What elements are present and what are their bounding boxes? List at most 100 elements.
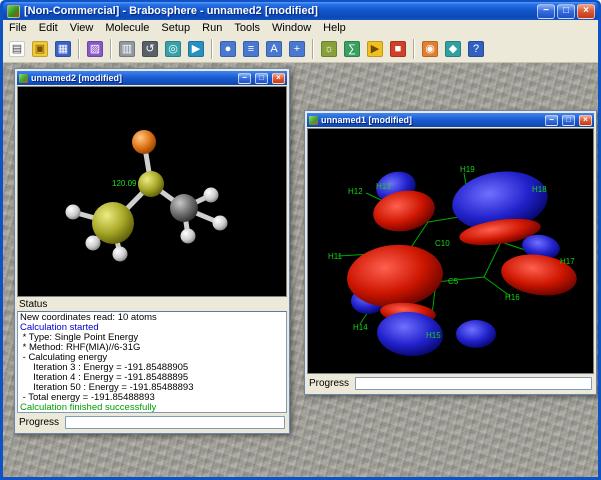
atom-label-C10: C10: [435, 239, 450, 248]
toolbar: ▤ ▣ ▦ ▨ ▥ ↺ ◎ ▶ ● ≡ A + ☼ ∑ ▶ ■ ◉ ◆?: [3, 36, 598, 63]
run-calculation-glyph: ▶: [367, 41, 383, 57]
menu-window[interactable]: Window: [266, 21, 317, 35]
progress-bar: [355, 377, 592, 390]
molecule-viewport[interactable]: 120.09: [17, 86, 287, 297]
open-file-glyph: ▣: [32, 41, 48, 57]
animate-glyph: ▶: [188, 41, 204, 57]
setup-global-icon[interactable]: ☼: [318, 38, 340, 60]
display-bonds-icon[interactable]: ≡: [240, 38, 262, 60]
atom-label-H12: H12: [348, 187, 363, 196]
open-file-icon[interactable]: ▣: [29, 38, 51, 60]
app-window: [Non-Commercial] - Brabosphere - unnamed…: [0, 0, 601, 480]
menu-view[interactable]: View: [64, 21, 100, 35]
export-image-glyph: ▨: [87, 41, 103, 57]
child-close-button[interactable]: ×: [272, 72, 285, 84]
toolbar-separator: [211, 39, 213, 59]
setup-global-glyph: ☼: [321, 41, 337, 57]
minimize-button[interactable]: −: [537, 3, 555, 19]
child-window-title: unnamed1 [modified]: [321, 115, 413, 125]
display-atoms-glyph: ●: [220, 41, 236, 57]
menu-edit[interactable]: Edit: [33, 21, 64, 35]
help-icon[interactable]: ?: [465, 38, 487, 60]
child-minimize-button[interactable]: −: [545, 114, 558, 126]
orbital-viewport[interactable]: H12 H13 H19 H18 H11 C10 C5 H17 H16 H14 H15: [307, 128, 594, 374]
close-button[interactable]: ×: [577, 3, 595, 19]
toolbar-separator: [413, 39, 415, 59]
toolbar-separator: [312, 39, 314, 59]
child-close-button[interactable]: ×: [579, 114, 592, 126]
menubar: File Edit View Molecule Setup Run Tools Window H…: [3, 20, 598, 36]
bond-angle-label: 120.09: [112, 179, 137, 188]
atom-label-H11: H11: [328, 252, 343, 261]
density-viewer-icon[interactable]: ◆: [442, 38, 464, 60]
orbital-lobes: [347, 171, 577, 357]
atom-label-H13: H13: [376, 182, 391, 191]
maximize-button[interactable]: □: [557, 3, 575, 19]
atom-label-H15: H15: [426, 331, 441, 340]
menu-molecule[interactable]: Molecule: [99, 21, 155, 35]
stop-calculation-icon[interactable]: ■: [387, 38, 409, 60]
display-labels-glyph: A: [266, 41, 282, 57]
menu-run[interactable]: Run: [196, 21, 228, 35]
child-window-unnamed1: unnamed1 [modified] − □ × H12 H13 H19 H1…: [304, 110, 597, 395]
child-restore-button[interactable]: □: [562, 114, 575, 126]
display-axes-icon[interactable]: +: [286, 38, 308, 60]
display-axes-glyph: +: [289, 41, 305, 57]
reset-view-icon[interactable]: ↺: [139, 38, 161, 60]
toolbar-separator: [78, 39, 80, 59]
read-output-icon[interactable]: ▥: [116, 38, 138, 60]
run-calculation-icon[interactable]: ▶: [364, 38, 386, 60]
density-viewer-glyph: ◆: [445, 41, 461, 57]
menu-help[interactable]: Help: [317, 21, 352, 35]
save-file-icon[interactable]: ▦: [52, 38, 74, 60]
display-bonds-glyph: ≡: [243, 41, 259, 57]
child-window-titlebar[interactable]: unnamed1 [modified] − □ ×: [307, 113, 594, 127]
status-header: Status: [19, 299, 48, 310]
orbital-3d-view: [337, 171, 577, 357]
save-file-glyph: ▦: [55, 41, 71, 57]
setup-energy-icon[interactable]: ∑: [341, 38, 363, 60]
stop-calculation-glyph: ■: [390, 41, 406, 57]
export-image-icon[interactable]: ▨: [84, 38, 106, 60]
toolbar-separator: [110, 39, 112, 59]
read-output-glyph: ▥: [119, 41, 135, 57]
progress-label: Progress: [19, 417, 60, 428]
menu-file[interactable]: File: [3, 21, 33, 35]
child-window-title: unnamed2 [modified]: [31, 73, 123, 83]
child-restore-button[interactable]: □: [255, 72, 268, 84]
new-file-glyph: ▤: [9, 41, 25, 57]
molecule-window-icon: [19, 73, 28, 83]
display-atoms-icon[interactable]: ●: [217, 38, 239, 60]
orbital-window-icon: [309, 115, 318, 125]
atom-label-H14: H14: [353, 323, 368, 332]
progress-label: Progress: [309, 378, 350, 389]
atom-label-C5: C5: [448, 277, 459, 286]
app-icon: [7, 4, 20, 18]
child-window-titlebar[interactable]: unnamed2 [modified] − □ ×: [17, 71, 287, 85]
new-file-icon[interactable]: ▤: [6, 38, 28, 60]
atom-label-H18: H18: [532, 185, 547, 194]
child-minimize-button[interactable]: −: [238, 72, 251, 84]
orbital-viewer-glyph: ◉: [422, 41, 438, 57]
menu-tools[interactable]: Tools: [228, 21, 266, 35]
progress-bar: [65, 416, 285, 429]
status-log: New coordinates read: 10 atoms Calculatio…: [17, 311, 287, 413]
setup-energy-glyph: ∑: [344, 41, 360, 57]
display-labels-icon[interactable]: A: [263, 38, 285, 60]
atom-label-H19: H19: [460, 165, 475, 174]
menu-setup[interactable]: Setup: [155, 21, 196, 35]
mdi-workspace: unnamed2 [modified] − □ × 120.09 Status …: [3, 63, 598, 477]
molecule-atoms: [65, 130, 228, 262]
atom-label-H16: H16: [505, 293, 520, 302]
help-glyph: ?: [468, 41, 484, 57]
snapshot-camera-icon[interactable]: ◎: [162, 38, 184, 60]
atom-label-H17: H17: [560, 257, 575, 266]
reset-view-glyph: ↺: [142, 41, 158, 57]
titlebar[interactable]: [Non-Commercial] - Brabosphere - unnamed…: [3, 2, 598, 20]
orbital-viewer-icon[interactable]: ◉: [419, 38, 441, 60]
window-title: [Non-Commercial] - Brabosphere - unnamed…: [24, 5, 318, 17]
molecule-3d-view: [65, 130, 228, 262]
animate-icon[interactable]: ▶: [185, 38, 207, 60]
snapshot-camera-glyph: ◎: [165, 41, 181, 57]
status-line: Calculation finished successfully: [20, 402, 157, 413]
